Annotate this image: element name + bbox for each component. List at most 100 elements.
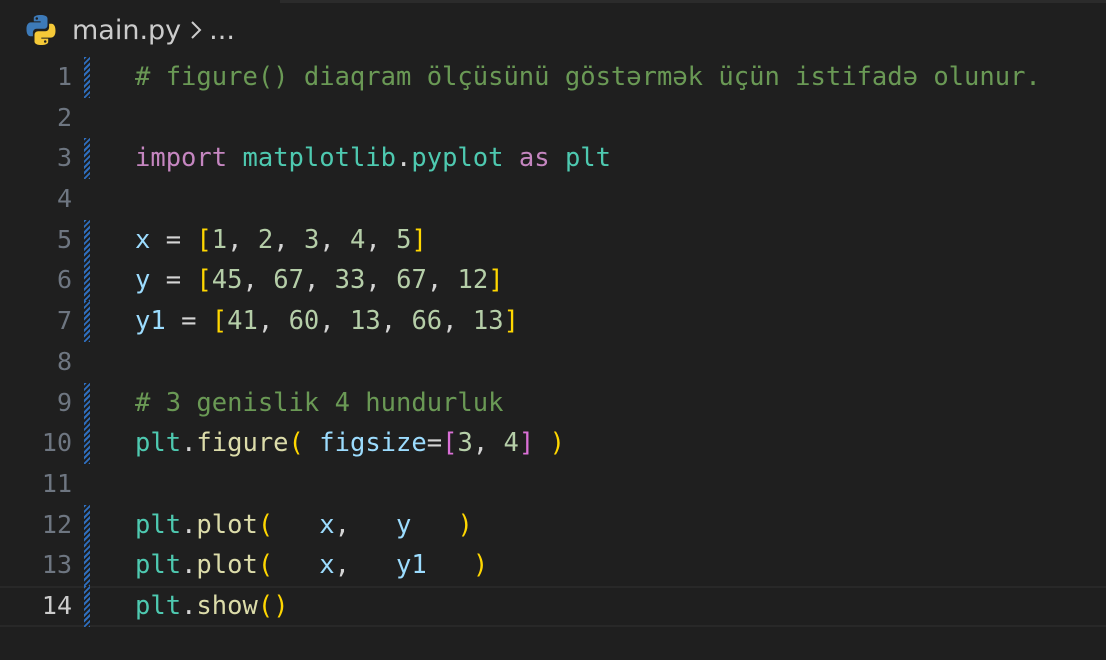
line-number: 14 [41,590,72,620]
line-number: 10 [41,428,72,458]
line-number: 2 [56,102,72,132]
code-line[interactable]: 3 import matplotlib.pyplot as plt [0,138,1106,180]
code-token: figsize [319,428,427,459]
change-indicator[interactable] [84,301,90,342]
code-token: y1 [135,306,166,337]
code-token: ] [488,265,504,296]
breadcrumb-more[interactable]: ... [209,15,235,46]
code-token: x [319,550,335,581]
code-token: y [135,265,151,296]
code-text[interactable]: # figure() diaqram ölçüsünü göstərmək üç… [135,57,1041,98]
code-token: , [365,224,397,255]
change-indicator[interactable] [84,138,90,180]
code-text[interactable]: plt.plot( x, y ) [135,505,473,546]
code-token: y1 [396,550,427,581]
line-number: 9 [56,387,72,417]
code-token: 60 [288,306,320,337]
code-token: show [196,590,258,621]
code-token: ( [257,590,274,621]
code-text[interactable]: import matplotlib.pyplot as plt [135,138,611,179]
code-token: 66 [411,306,443,337]
chevron-right-icon [189,19,203,41]
code-token: 67 [273,265,304,296]
code-line[interactable]: 7 y1 = [41, 60, 13, 66, 13] [0,301,1106,342]
code-token: , [334,509,397,540]
line-number: 7 [56,306,72,336]
code-line[interactable]: 8 [0,342,1106,383]
change-indicator[interactable] [84,260,90,302]
code-text[interactable]: # 3 genislik 4 hundurluk [135,383,503,424]
change-indicator[interactable] [84,57,90,98]
code-line[interactable]: 5x = [1, 2, 3, 4, 5] [0,219,1106,261]
code-token: = [150,265,197,296]
change-indicator[interactable] [84,423,90,464]
line-number: 5 [56,224,72,254]
code-token: plt [135,550,182,581]
code-token: x [135,224,151,255]
code-token: , [257,306,289,337]
code-token: plot [196,550,258,581]
code-text[interactable]: x = [1, 2, 3, 4, 5] [135,220,427,261]
code-token: , [365,265,397,296]
code-line[interactable]: 4 [0,179,1106,220]
code-token: y [396,509,412,540]
code-token: plt [135,428,182,459]
code-token: 33 [334,265,366,296]
code-line[interactable]: 11 [0,464,1106,505]
code-token: # figure() diaqram ölçüsünü göstərmək üç… [135,62,1041,92]
code-text[interactable]: plt.show() [135,586,289,627]
code-token: [ [196,224,212,255]
code-text[interactable]: plt.figure( figsize=[3, 4] ) [135,423,565,464]
line-number: 6 [56,265,72,295]
breadcrumb-file-name[interactable]: main.py [72,15,181,46]
code-token: 13 [472,306,504,337]
code-token: [ [196,265,212,296]
code-text[interactable]: plt.plot( x, y1 ) [135,545,488,586]
code-line[interactable]: 12 plt.plot( x, y ) [0,504,1106,546]
change-indicator[interactable] [84,585,90,627]
code-token: ) [472,550,489,581]
code-editor[interactable]: main.py ... 1 # figure() diaqram ölçüsünü… [0,0,1106,660]
code-token: = [165,306,212,337]
code-token: [ [442,428,458,459]
breadcrumb: main.py ... [0,0,1106,60]
code-line[interactable]: 14 plt.show() [0,585,1106,627]
code-token: 13 [350,306,381,337]
change-indicator[interactable] [84,545,90,586]
code-token: 67 [396,265,427,296]
code-token: , [242,265,274,296]
code-line[interactable]: 1 # figure() diaqram ölçüsünü göstərmək ü… [0,57,1106,98]
code-token: ] [503,306,519,337]
change-indicator[interactable] [84,219,90,261]
code-token: 5 [396,224,412,255]
code-token: ] [518,428,535,459]
code-line[interactable]: 13 plt.plot( x, y1 ) [0,545,1106,586]
code-token: plt [564,143,611,174]
code-line[interactable]: 10 plt.figure( figsize=[3, 4] ) [0,423,1106,464]
code-token: , [472,428,504,459]
code-line[interactable]: 6 y = [45, 67, 33, 67, 12] [0,260,1106,302]
code-token: figure [196,428,289,459]
code-text[interactable]: y = [45, 67, 33, 67, 12] [135,260,504,301]
code-text[interactable]: y1 = [41, 60, 13, 66, 13] [135,301,519,342]
code-lines[interactable]: 1 # figure() diaqram ölçüsünü göstərmək ü… [0,57,1106,627]
code-line[interactable]: 2 [0,98,1106,139]
code-token: , [319,306,351,337]
code-token: 1 [211,224,228,255]
line-number: 8 [56,346,72,376]
code-token: plot [196,509,258,540]
code-token: . [396,143,412,174]
line-number: 13 [41,550,72,580]
code-token: . [181,590,197,621]
change-indicator[interactable] [84,382,90,424]
line-number: 3 [56,143,72,173]
change-indicator[interactable] [84,504,90,546]
code-line[interactable]: 9 # 3 genislik 4 hundurluk [0,382,1106,424]
code-token: plt [135,509,182,540]
